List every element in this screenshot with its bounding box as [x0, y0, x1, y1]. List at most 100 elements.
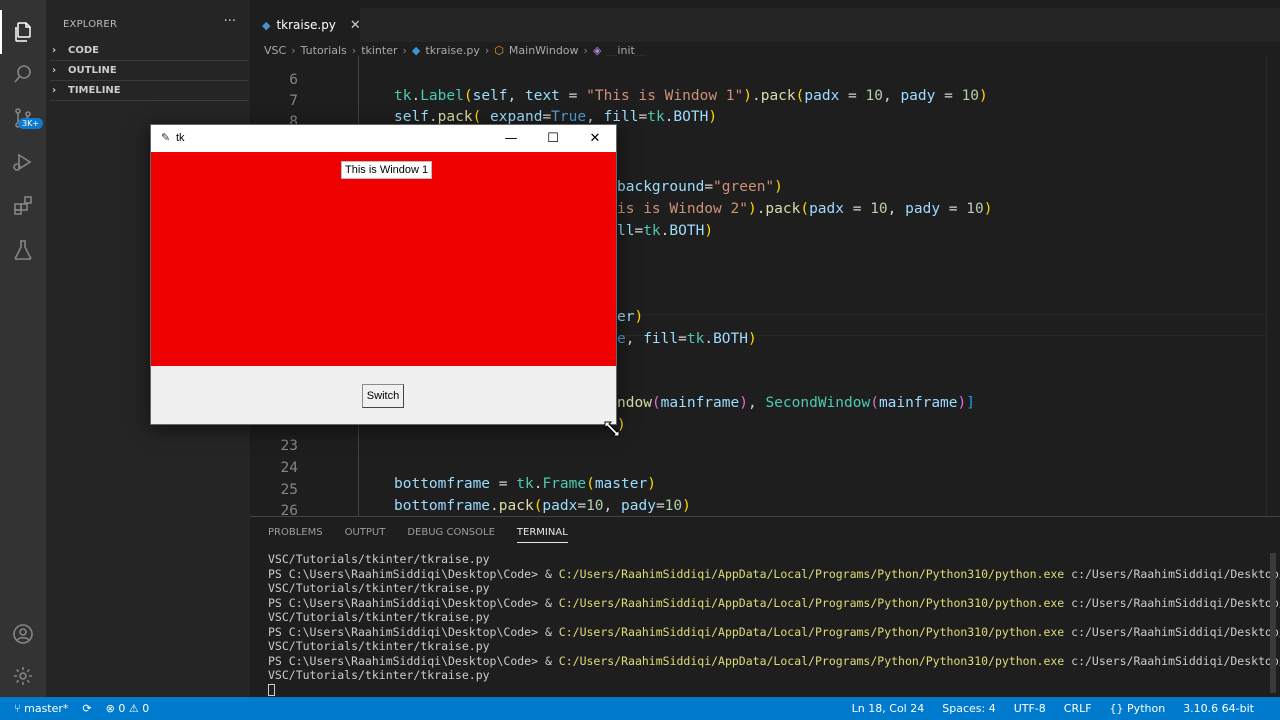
editor-tab[interactable]: ◆ tkraise.py ✕	[250, 8, 361, 42]
cursor-position[interactable]: Ln 18, Col 24	[852, 702, 925, 715]
warnings-count: ⚠ 0	[128, 702, 150, 715]
editor-scrollbar[interactable]	[1266, 56, 1280, 516]
settings-gear-icon[interactable]	[0, 654, 46, 698]
tab-output[interactable]: OUTPUT	[345, 527, 386, 543]
chevron-right-icon: ›	[52, 45, 57, 56]
terminal-line: VSC/Tutorials/tkinter/tkraise.py	[268, 581, 1280, 596]
window-label: This is Window 1	[341, 161, 433, 179]
terminal-command: C:/Users/RaahimSiddiqi/AppData/Local/Pro…	[558, 624, 1065, 639]
search-icon[interactable]	[0, 52, 46, 96]
terminal-text: VSC/Tutorials/tkinter/tkraise.py	[268, 552, 490, 566]
terminal-text: c:/Users/RaahimSiddiqi/Desktop/Code/	[1071, 595, 1280, 610]
line-ending[interactable]: CRLF	[1064, 702, 1092, 715]
tk-titlebar[interactable]: ✎ tk — ☐ ✕	[151, 125, 616, 152]
section-timeline[interactable]: › TIMELINE	[50, 81, 248, 101]
more-actions-icon[interactable]: ···	[224, 14, 236, 29]
terminal-line: VSC/Tutorials/tkinter/tkraise.py	[268, 552, 1280, 567]
terminal-text: c:/Users/RaahimSiddiqi/Desktop/Code/	[1071, 653, 1280, 668]
activity-bar: 3K+	[0, 0, 46, 697]
terminal-text: VSC/Tutorials/tkinter/tkraise.py	[268, 639, 490, 653]
scm-badge: 3K+	[18, 118, 44, 129]
terminal-line: VSC/Tutorials/tkinter/tkraise.py	[268, 639, 1280, 654]
terminal-text: c:/Users/RaahimSiddiqi/Desktop/Code/	[1071, 566, 1280, 581]
terminal-text: VSC/Tutorials/tkinter/tkraise.py	[268, 668, 490, 682]
terminal-line: PS C:\Users\RaahimSiddiqi\Desktop\Code> …	[268, 596, 1280, 611]
chevron-right-icon: ›	[52, 85, 57, 96]
sync-icon[interactable]: ⟳	[82, 702, 91, 715]
section-label: TIMELINE	[68, 85, 121, 96]
panel-tabs: PROBLEMS OUTPUT DEBUG CONSOLE TERMINAL	[268, 527, 568, 543]
explorer-title: EXPLORER	[63, 19, 118, 30]
terminal-cursor	[268, 683, 1280, 698]
terminal-line: PS C:\Users\RaahimSiddiqi\Desktop\Code> …	[268, 625, 1280, 640]
terminal-text: c:/Users/RaahimSiddiqi/Desktop/Code/	[1071, 624, 1280, 639]
terminal-text: VSC/Tutorials/tkinter/tkraise.py	[268, 610, 490, 624]
branch-status[interactable]: ⑂ master*	[14, 702, 68, 715]
section-label: CODE	[68, 45, 99, 56]
tab-problems[interactable]: PROBLEMS	[268, 527, 323, 543]
tab-debug-console[interactable]: DEBUG CONSOLE	[407, 527, 495, 543]
braces-icon: {}	[1109, 702, 1128, 715]
section-label: OUTLINE	[68, 65, 117, 76]
maximize-button[interactable]: ☐	[538, 128, 568, 148]
terminal-scrollbar[interactable]	[1270, 553, 1276, 693]
code-line: 26	[250, 487, 298, 516]
branch-name: master*	[24, 702, 69, 715]
files-icon[interactable]	[0, 10, 46, 54]
code-text: bottomframe.pack(padx=10, pady=10)	[394, 498, 691, 514]
indentation[interactable]: Spaces: 4	[942, 702, 995, 715]
terminal-prompt: PS C:\Users\RaahimSiddiqi\Desktop\Code> …	[268, 624, 559, 639]
cursor-block	[268, 684, 275, 696]
language-label: Python	[1127, 702, 1166, 715]
accounts-icon[interactable]	[0, 612, 46, 656]
code-text: ll=tk.BOTH)	[617, 223, 714, 239]
code-text: bottomframe = tk.Frame(master)	[394, 476, 656, 492]
close-tab-icon[interactable]: ✕	[350, 18, 361, 33]
code-line: 23	[250, 422, 298, 454]
terminal-line: PS C:\Users\RaahimSiddiqi\Desktop\Code> …	[268, 567, 1280, 582]
testing-icon[interactable]	[0, 228, 46, 272]
editor-tabbar: ◆ tkraise.py ✕	[250, 8, 1280, 42]
encoding[interactable]: UTF-8	[1014, 702, 1046, 715]
close-window-button[interactable]: ✕	[580, 128, 610, 148]
code-line: 25 bottomframe.pack(padx=10, pady=10)	[250, 466, 691, 514]
status-bar: ⑂ master* ⟳ ⊗ 0 ⚠ 0 Ln 18, Col 24 Spaces…	[0, 697, 1280, 720]
tab-terminal[interactable]: TERMINAL	[516, 527, 568, 543]
code-text: self.pack( expand=True, fill=tk.BOTH)	[394, 109, 718, 125]
tk-window-title: tk	[176, 132, 185, 144]
terminal-output[interactable]: VSC/Tutorials/tkinter/tkraise.py PS C:\Us…	[268, 552, 1280, 697]
section-code[interactable]: › CODE	[50, 41, 248, 61]
code-line: 24 bottomframe = tk.Frame(master)	[250, 444, 656, 492]
terminal-command: C:/Users/RaahimSiddiqi/AppData/Local/Pro…	[558, 566, 1065, 581]
switch-button[interactable]: Switch	[362, 384, 404, 408]
extensions-icon[interactable]	[0, 184, 46, 228]
run-debug-icon[interactable]	[0, 140, 46, 184]
terminal-prompt: PS C:\Users\RaahimSiddiqi\Desktop\Code> …	[268, 566, 559, 581]
problems-status[interactable]: ⊗ 0 ⚠ 0	[106, 702, 150, 715]
tk-window[interactable]: ✎ tk — ☐ ✕ This is Window 1 Switch	[150, 124, 617, 425]
code-text: e, fill=tk.BOTH)	[617, 331, 757, 347]
code-line: 6 tk.Label(self, text = "This is Window …	[250, 56, 988, 104]
code-text: er)	[617, 309, 644, 325]
resize-cursor-icon	[604, 421, 620, 437]
code-text: ndow(mainframe), SecondWindow(mainframe)…	[617, 395, 975, 411]
tab-label: tkraise.py	[276, 18, 336, 32]
line-number: 26	[280, 503, 298, 516]
section-outline[interactable]: › OUTLINE	[50, 61, 248, 81]
interpreter-version[interactable]: 3.10.6 64-bit	[1183, 702, 1254, 715]
terminal-command: C:/Users/RaahimSiddiqi/AppData/Local/Pro…	[558, 653, 1065, 668]
terminal-text: VSC/Tutorials/tkinter/tkraise.py	[268, 581, 490, 595]
terminal-prompt: PS C:\Users\RaahimSiddiqi\Desktop\Code> …	[268, 653, 559, 668]
errors-count: ⊗ 0	[105, 702, 126, 715]
code-text: is is Window 2").pack(padx = 10, pady = …	[617, 201, 993, 217]
terminal-prompt: PS C:\Users\RaahimSiddiqi\Desktop\Code> …	[268, 595, 559, 610]
branch-icon: ⑂	[14, 702, 25, 715]
chevron-right-icon: ›	[52, 65, 57, 76]
language-mode[interactable]: {} Python	[1110, 702, 1166, 715]
terminal-line: VSC/Tutorials/tkinter/tkraise.py	[268, 668, 1280, 683]
minimize-button[interactable]: —	[496, 128, 526, 148]
code-line: 7 self.pack( expand=True, fill=tk.BOTH)	[250, 77, 717, 125]
terminal-line: PS C:\Users\RaahimSiddiqi\Desktop\Code> …	[268, 654, 1280, 669]
code-text: background="green")	[617, 179, 783, 195]
code-text: tk.Label(self, text = "This is Window 1"…	[394, 88, 988, 104]
